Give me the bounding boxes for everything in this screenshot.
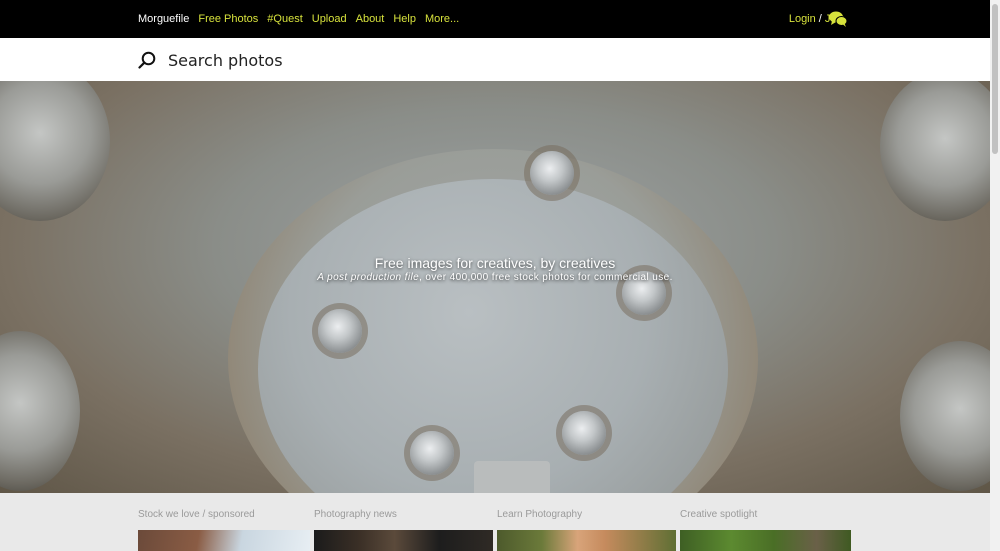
hero-photo-bolt [318,309,362,353]
section-label-learn[interactable]: Learn Photography [497,509,582,520]
page-scrollbar[interactable] [990,0,1000,551]
nav-link-more[interactable]: More... [425,13,459,25]
hero-title: Free images for creatives, by creatives [374,255,616,271]
nav-link-about[interactable]: About [356,13,385,25]
section-label-news[interactable]: Photography news [314,509,397,520]
section-label-spotlight[interactable]: Creative spotlight [680,509,757,520]
top-navigation-bar: Morguefile Free Photos #Quest Upload Abo… [0,0,990,38]
section-thumbnail-news[interactable] [314,530,493,551]
hero-photo-bolt [530,151,574,195]
section-thumbnail-learn[interactable] [497,530,676,551]
hero-banner: Free images for creatives, by creatives … [0,81,990,493]
hero-photo-corner-bolt [0,81,110,221]
nav-link-upload[interactable]: Upload [312,13,347,25]
search-input[interactable] [168,47,768,73]
search-icon[interactable] [138,51,156,69]
hero-photo-corner-bolt [900,341,990,491]
auth-separator: / [818,13,822,25]
section-thumbnail-stock[interactable] [138,530,310,551]
login-link[interactable]: Login [789,13,816,25]
hero-subtitle-text: , over 400,000 free stock photos for com… [419,272,673,283]
section-label-stock[interactable]: Stock we love / sponsored [138,509,255,520]
scrollbar-thumb[interactable] [992,4,998,154]
hero-photo-bolt [410,431,454,475]
hero-photo-tab [474,461,550,493]
nav-link-quest[interactable]: #Quest [267,13,302,25]
hero-subtitle-emphasis: A post production file [317,272,420,283]
section-thumbnail-spotlight[interactable] [680,530,851,551]
chat-bubbles-icon[interactable] [828,10,848,28]
hero-subtitle: A post production file, over 400,000 fre… [0,272,990,283]
hero-photo-corner-bolt [880,81,990,221]
hero-photo-corner-bolt [0,331,80,491]
nav-link-help[interactable]: Help [393,13,416,25]
main-nav: Morguefile Free Photos #Quest Upload Abo… [138,0,459,38]
brand-logo-link[interactable]: Morguefile [138,13,189,25]
nav-link-free-photos[interactable]: Free Photos [198,13,258,25]
hero-photo-bolt [562,411,606,455]
